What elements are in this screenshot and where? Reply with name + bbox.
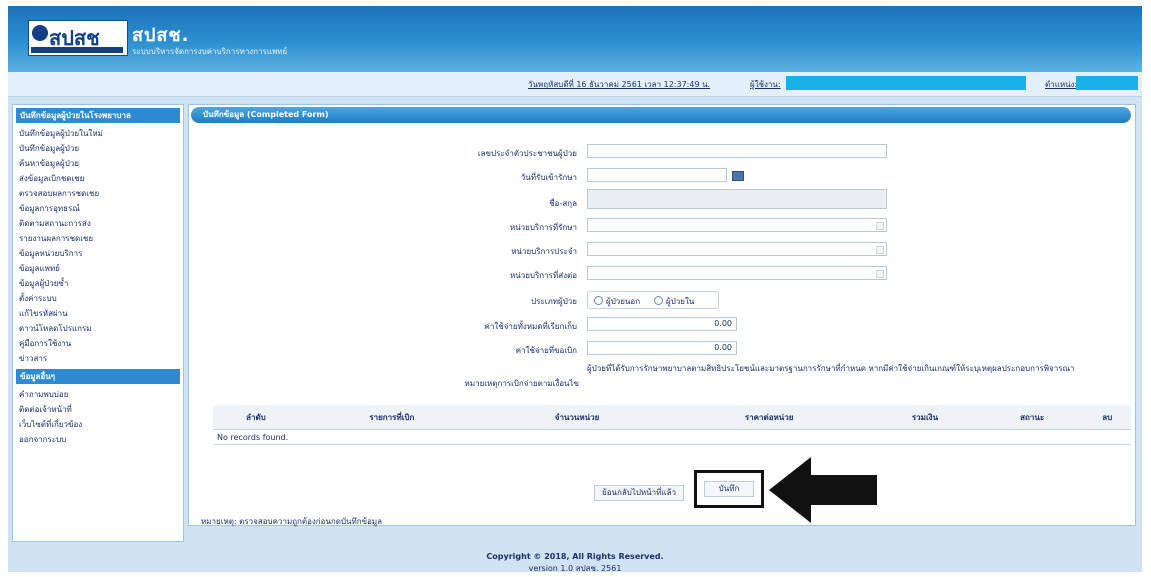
table-row: No records found. bbox=[213, 429, 1131, 445]
sidebar-item[interactable]: ดาวน์โหลดโปรแกรม bbox=[13, 321, 183, 336]
total-cost-input[interactable]: 0.00 bbox=[587, 317, 737, 331]
back-button[interactable]: ย้อนกลับไปหน้าที่แล้ว bbox=[594, 485, 684, 501]
claim-cost-input[interactable]: 0.00 bbox=[587, 341, 737, 355]
col-header: ราคาต่อหน่วย bbox=[669, 405, 870, 430]
dropdown-arrow-icon bbox=[876, 246, 884, 254]
sidebar-item[interactable]: คำถามพบบ่อย bbox=[13, 387, 183, 402]
field-label-name: ชื่อ-สกุล bbox=[549, 199, 577, 208]
sidebar-item[interactable]: ติดตามสถานะการส่ง bbox=[13, 216, 183, 231]
sidebar-item[interactable]: ค้นหาข้อมูลผู้ป่วย bbox=[13, 156, 183, 171]
field-label-pid: เลขประจำตัวประชาชนผู้ป่วย bbox=[477, 149, 577, 158]
items-table: ลำดับ รายการที่เบิก จำนวนหน่วย ราคาต่อหน… bbox=[213, 405, 1131, 445]
footnote: หมายเหตุ: ตรวจสอบความถูกต้องก่อนกดบันทึก… bbox=[201, 517, 383, 526]
field-label-total-cost: ค่าใช้จ่ายทั้งหมดที่เรียกเก็บ bbox=[484, 322, 577, 331]
field-label-claim-cost: ค่าใช้จ่ายที่ขอเบิก bbox=[515, 346, 577, 355]
pointer-arrow-icon bbox=[769, 457, 877, 523]
sidebar-item[interactable]: ข่าวสาร bbox=[13, 351, 183, 366]
sidebar-item[interactable]: ข้อมูลผู้ป่วยซ้ำ bbox=[13, 276, 183, 291]
position-redaction bbox=[1076, 76, 1138, 90]
sidebar-item[interactable]: เว็บไซต์ที่เกี่ยวข้อง bbox=[13, 417, 183, 432]
dropdown-arrow-icon bbox=[876, 270, 884, 278]
name-field bbox=[587, 189, 887, 209]
radio-inpatient[interactable] bbox=[654, 296, 663, 305]
save-button-highlight bbox=[694, 470, 764, 508]
sidebar-item[interactable]: ข้อมูลการอุทธรณ์ bbox=[13, 201, 183, 216]
sidebar-item[interactable]: ออกจากระบบ bbox=[13, 432, 183, 447]
col-header: รายการที่เบิก bbox=[298, 405, 485, 430]
note-text: ผู้ป่วยที่ได้รับการรักษาพยาบาลตามสิทธิปร… bbox=[587, 364, 1075, 373]
current-datetime: วันพฤหัสบดีที่ 16 ธันวาคม 2561 เวลา 12:3… bbox=[528, 80, 711, 89]
referral-select[interactable] bbox=[587, 266, 887, 280]
sidebar-item[interactable]: ติดต่อเจ้าหน้าที่ bbox=[13, 402, 183, 417]
page-frame: สปสช สปสช. ระบบบริหารจัดการงบค่าบริการทา… bbox=[8, 6, 1142, 573]
pid-input[interactable] bbox=[587, 144, 887, 158]
sidebar: บันทึกข้อมูลผู้ป่วยในโรงพยาบาล บันทึกข้อ… bbox=[12, 104, 184, 542]
radio-inpatient-label: ผู้ป่วยใน bbox=[666, 297, 695, 306]
sidebar-item[interactable]: บันทึกข้อมูลผู้ป่วย bbox=[13, 141, 183, 156]
radio-outpatient-label: ผู้ป่วยนอก bbox=[606, 297, 641, 306]
sidebar-item[interactable]: รายงานผลการชดเชย bbox=[13, 231, 183, 246]
radio-outpatient[interactable] bbox=[594, 296, 603, 305]
sidebar-item[interactable]: ข้อมูลแพทย์ bbox=[13, 261, 183, 276]
field-label-hospital: หน่วยบริการที่รักษา bbox=[509, 223, 577, 232]
position-label: ตำแหน่ง: bbox=[1045, 80, 1078, 89]
form-title: บันทึกข้อมูล (Completed Form) bbox=[191, 107, 1131, 123]
calendar-icon[interactable] bbox=[732, 171, 744, 181]
sidebar-item[interactable]: ตั้งค่าระบบ bbox=[13, 291, 183, 306]
dropdown-arrow-icon bbox=[876, 222, 884, 230]
main-panel: บันทึกข้อมูล (Completed Form) เลขประจำตั… bbox=[188, 104, 1136, 526]
col-header: ลบ bbox=[1083, 405, 1131, 430]
brand-subtitle: ระบบบริหารจัดการงบค่าบริการทางการแพทย์ bbox=[132, 47, 288, 56]
sidebar-section-other: ข้อมูลอื่นๆ bbox=[16, 369, 180, 384]
main-hospital-select[interactable] bbox=[587, 242, 887, 256]
sidebar-item[interactable]: ข้อมูลหน่วยบริการ bbox=[13, 246, 183, 261]
logo-subbar bbox=[31, 47, 123, 53]
header-banner: สปสช สปสช. ระบบบริหารจัดการงบค่าบริการทา… bbox=[8, 6, 1142, 72]
sidebar-item[interactable]: บันทึกข้อมูลผู้ป่วยในใหม่ bbox=[13, 126, 183, 141]
sidebar-item[interactable]: ตรวจสอบผลการชดเชย bbox=[13, 186, 183, 201]
table-header-row: ลำดับ รายการที่เบิก จำนวนหน่วย ราคาต่อหน… bbox=[213, 405, 1131, 430]
logo-emblem-icon bbox=[32, 25, 48, 41]
sidebar-item[interactable]: แก้ไขรหัสผ่าน bbox=[13, 306, 183, 321]
version: version 1.0 สปสช. 2561 bbox=[528, 564, 622, 573]
info-bar: วันพฤหัสบดีที่ 16 ธันวาคม 2561 เวลา 12:3… bbox=[8, 72, 1142, 97]
user-redaction bbox=[786, 76, 1026, 90]
field-label-type: ประเภทผู้ป่วย bbox=[531, 297, 577, 306]
copyright: Copyright © 2018, All Rights Reserved. bbox=[486, 552, 664, 561]
field-label-referral: หน่วยบริการที่ส่งต่อ bbox=[510, 271, 577, 280]
col-header: รวมเงิน bbox=[869, 405, 981, 430]
patient-type-group: ผู้ป่วยนอก ผู้ป่วยใน bbox=[587, 291, 719, 309]
note-label: หมายเหตุการเบิกจ่ายตามเงื่อนไข bbox=[464, 379, 579, 388]
table-empty-message: No records found. bbox=[213, 429, 1131, 445]
user-label: ผู้ใช้งาน: bbox=[750, 80, 781, 89]
hospital-select[interactable] bbox=[587, 218, 887, 232]
sidebar-item[interactable]: ส่งข้อมูลเบิกชดเชย bbox=[13, 171, 183, 186]
field-label-main-hospital: หน่วยบริการประจำ bbox=[511, 247, 577, 256]
logo: สปสช bbox=[28, 20, 128, 56]
admit-date-input[interactable] bbox=[587, 168, 727, 182]
col-header: สถานะ bbox=[980, 405, 1084, 430]
field-label-admit-date: วันที่รับเข้ารักษา bbox=[520, 173, 577, 182]
footer: Copyright © 2018, All Rights Reserved. v… bbox=[8, 542, 1142, 573]
sidebar-section-records: บันทึกข้อมูลผู้ป่วยในโรงพยาบาล bbox=[16, 108, 180, 123]
col-header: จำนวนหน่วย bbox=[484, 405, 670, 430]
col-header: ลำดับ bbox=[213, 405, 299, 430]
sidebar-item[interactable]: คู่มือการใช้งาน bbox=[13, 336, 183, 351]
